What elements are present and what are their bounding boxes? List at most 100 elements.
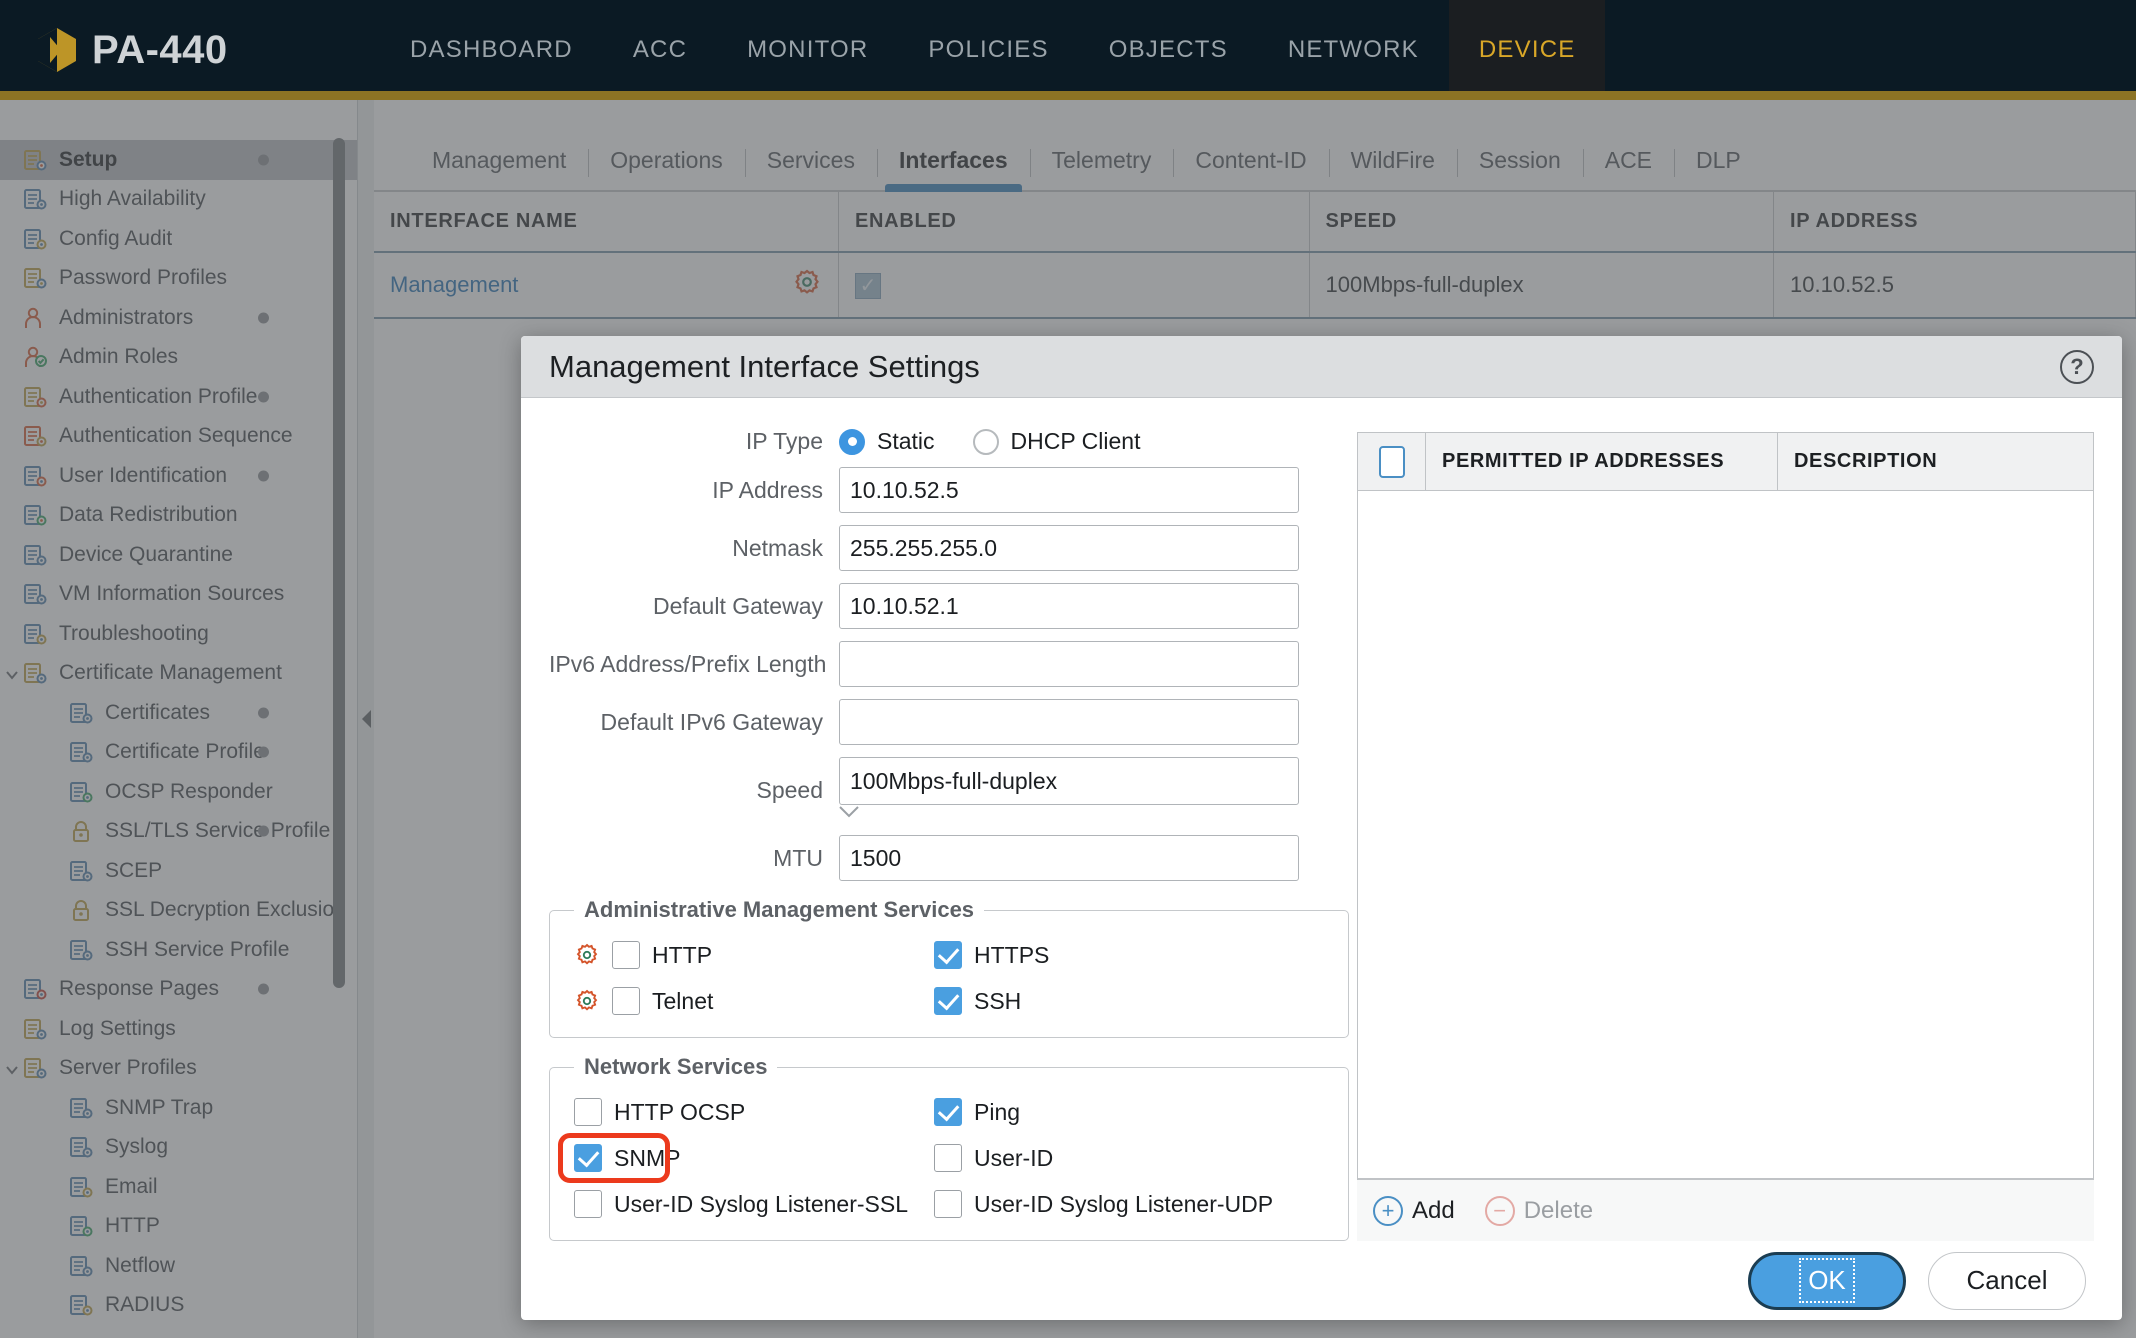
tab-telemetry[interactable]: Telemetry bbox=[1029, 147, 1174, 190]
enabled-checkbox[interactable]: ✓ bbox=[855, 272, 881, 299]
select-all-checkbox[interactable] bbox=[1378, 445, 1405, 478]
gear-icon[interactable] bbox=[792, 267, 822, 303]
chevron-down-icon[interactable] bbox=[4, 1060, 20, 1076]
checkbox-item-http[interactable]: HTTP bbox=[574, 941, 934, 970]
sidebar-item-config-audit[interactable]: Config Audit bbox=[0, 219, 357, 259]
ip-address-input[interactable] bbox=[839, 467, 1299, 514]
sidebar-item-server-profiles[interactable]: Server Profiles bbox=[0, 1049, 357, 1089]
checkbox-item-telnet[interactable]: Telnet bbox=[574, 987, 934, 1016]
sidebar-item-troubleshooting[interactable]: Troubleshooting bbox=[0, 614, 357, 654]
sidebar-item-data-redistribution[interactable]: Data Redistribution bbox=[0, 496, 357, 536]
nav-monitor[interactable]: MONITOR bbox=[717, 0, 898, 100]
sidebar-item-netflow[interactable]: Netflow bbox=[0, 1246, 357, 1286]
sidebar-item-scep[interactable]: SCEP bbox=[0, 851, 357, 891]
tab-interfaces[interactable]: Interfaces bbox=[876, 147, 1030, 192]
default-gateway-input[interactable] bbox=[839, 583, 1299, 630]
checkbox-ping[interactable] bbox=[934, 1098, 962, 1127]
nav-device[interactable]: DEVICE bbox=[1448, 0, 1606, 100]
radio-static-label[interactable]: Static bbox=[877, 428, 935, 455]
col-enabled[interactable]: ENABLED bbox=[838, 192, 1310, 253]
tab-management[interactable]: Management bbox=[410, 147, 588, 190]
question-mark-icon[interactable]: ? bbox=[2060, 349, 2094, 384]
sidebar-item-device-quarantine[interactable]: Device Quarantine bbox=[0, 535, 357, 575]
checkbox-userid-syslog-udp[interactable] bbox=[934, 1190, 962, 1219]
sidebar-item-radius[interactable]: RADIUS bbox=[0, 1286, 357, 1326]
checkbox-item-user-id[interactable]: User-ID bbox=[934, 1144, 1324, 1173]
sidebar-item-authentication-sequence[interactable]: Authentication Sequence bbox=[0, 417, 357, 457]
sidebar-item-certificate-profile[interactable]: Certificate Profile bbox=[0, 733, 357, 773]
col-speed[interactable]: SPEED bbox=[1309, 192, 1775, 253]
sidebar-item-ssl-decryption-exclusion[interactable]: SSL Decryption Exclusion bbox=[0, 891, 357, 931]
col-permitted-ip-addresses[interactable]: PERMITTED IP ADDRESSES bbox=[1426, 433, 1778, 491]
sidebar-collapse-handle[interactable] bbox=[358, 100, 374, 1338]
sidebar-item-administrators[interactable]: Administrators bbox=[0, 298, 357, 338]
checkbox-item-https[interactable]: HTTPS bbox=[934, 941, 1324, 970]
sidebar-item-email[interactable]: Email bbox=[0, 1167, 357, 1207]
sidebar-item-user-identification[interactable]: User Identification bbox=[0, 456, 357, 496]
sidebar-item-vm-information-sources[interactable]: VM Information Sources bbox=[0, 575, 357, 615]
sidebar-item-response-pages[interactable]: Response Pages bbox=[0, 970, 357, 1010]
tab-content-id[interactable]: Content-ID bbox=[1173, 147, 1328, 190]
checkbox-telnet[interactable] bbox=[612, 987, 640, 1016]
col-description[interactable]: DESCRIPTION bbox=[1778, 433, 2093, 490]
checkbox-snmp[interactable] bbox=[574, 1144, 602, 1173]
checkbox-https[interactable] bbox=[934, 941, 962, 970]
sidebar-item-ssl-tls-service-profile[interactable]: SSL/TLS Service Profile bbox=[0, 812, 357, 852]
nav-objects[interactable]: OBJECTS bbox=[1079, 0, 1258, 100]
checkbox-userid-syslog-ssl[interactable] bbox=[574, 1190, 602, 1219]
checkbox-ssh[interactable] bbox=[934, 987, 962, 1016]
sidebar-item-log-settings[interactable]: Log Settings bbox=[0, 1009, 357, 1049]
sidebar-item-certificates[interactable]: Certificates bbox=[0, 693, 357, 733]
nav-acc[interactable]: ACC bbox=[603, 0, 717, 100]
checkbox-http[interactable] bbox=[612, 941, 640, 970]
nav-policies[interactable]: POLICIES bbox=[898, 0, 1078, 100]
checkbox-item-ping[interactable]: Ping bbox=[934, 1098, 1324, 1127]
checkbox-item-userid-syslog-udp[interactable]: User-ID Syslog Listener-UDP bbox=[934, 1190, 1324, 1219]
netmask-input[interactable] bbox=[839, 525, 1299, 572]
sidebar-item-ocsp-responder[interactable]: OCSP Responder bbox=[0, 772, 357, 812]
checkbox-item-http-ocsp[interactable]: HTTP OCSP bbox=[574, 1098, 934, 1127]
sidebar-item-ssh-service-profile[interactable]: SSH Service Profile bbox=[0, 930, 357, 970]
ipv6-address-input[interactable] bbox=[839, 641, 1299, 688]
checkbox-item-userid-syslog-ssl[interactable]: User-ID Syslog Listener-SSL bbox=[574, 1190, 934, 1219]
cancel-button[interactable]: Cancel bbox=[1928, 1251, 2086, 1310]
tab-dlp[interactable]: DLP bbox=[1674, 147, 1763, 190]
default-ipv6-gateway-input[interactable] bbox=[839, 699, 1299, 746]
radio-dhcp-client[interactable] bbox=[972, 428, 999, 455]
tab-ace[interactable]: ACE bbox=[1582, 147, 1674, 190]
radio-static[interactable] bbox=[839, 428, 865, 455]
ok-button[interactable]: OK bbox=[1748, 1251, 1906, 1310]
sidebar-item-high-availability[interactable]: High Availability bbox=[0, 180, 357, 220]
sidebar-item-admin-roles[interactable]: Admin Roles bbox=[0, 338, 357, 378]
sidebar-item-http[interactable]: HTTP bbox=[0, 1207, 357, 1247]
sidebar-item-authentication-profile[interactable]: Authentication Profile bbox=[0, 377, 357, 417]
add-button[interactable]: + Add bbox=[1373, 1195, 1455, 1226]
tab-operations[interactable]: Operations bbox=[588, 147, 745, 190]
col-interface-name[interactable]: INTERFACE NAME bbox=[374, 192, 839, 253]
sidebar-item-certificate-management[interactable]: Certificate Management bbox=[0, 654, 357, 694]
tab-wildfire[interactable]: WildFire bbox=[1328, 147, 1457, 190]
nav-dashboard[interactable]: DASHBOARD bbox=[380, 0, 603, 100]
chevron-down-icon[interactable] bbox=[4, 665, 20, 681]
checkbox-item-snmp[interactable]: SNMP bbox=[558, 1133, 934, 1184]
table-row[interactable]: Management ✓ 100Mbps-full-duplex 10.10.5… bbox=[374, 252, 2136, 319]
cell-interface-name: Management bbox=[374, 252, 839, 319]
sidebar-item-password-profiles[interactable]: Password Profiles bbox=[0, 259, 357, 299]
speed-select[interactable]: 100Mbps-full-duplex bbox=[839, 757, 1299, 806]
sidebar-scrollbar-thumb[interactable] bbox=[333, 138, 345, 988]
checkbox-item-ssh[interactable]: SSH bbox=[934, 987, 1324, 1016]
delete-button[interactable]: − Delete bbox=[1484, 1195, 1593, 1226]
checkbox-http-ocsp[interactable] bbox=[574, 1098, 602, 1127]
interface-name-link[interactable]: Management bbox=[390, 272, 518, 298]
tab-services[interactable]: Services bbox=[744, 147, 877, 190]
col-ip-address[interactable]: IP ADDRESS bbox=[1773, 192, 2136, 253]
mtu-input[interactable] bbox=[839, 835, 1299, 882]
tab-session[interactable]: Session bbox=[1456, 147, 1583, 190]
sidebar-item-setup[interactable]: Setup bbox=[0, 140, 357, 180]
sidebar-item-snmp-trap[interactable]: SNMP Trap bbox=[0, 1088, 357, 1128]
radio-dhcp-client-label[interactable]: DHCP Client bbox=[1011, 428, 1141, 455]
checkbox-user-id[interactable] bbox=[934, 1144, 962, 1173]
sidebar-item-syslog[interactable]: Syslog bbox=[0, 1128, 357, 1168]
speed-selected-value: 100Mbps-full-duplex bbox=[850, 767, 1058, 794]
nav-network[interactable]: NETWORK bbox=[1258, 0, 1449, 100]
